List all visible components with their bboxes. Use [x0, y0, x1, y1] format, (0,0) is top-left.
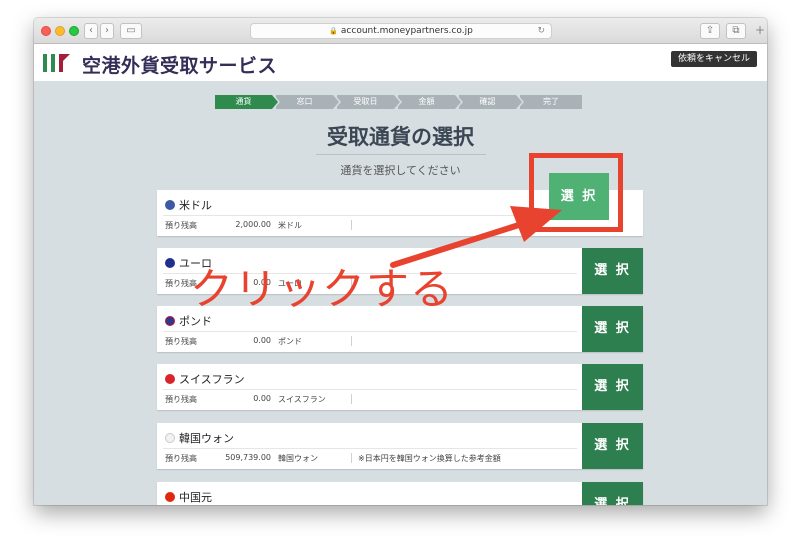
annotation-text: クリックする: [190, 265, 454, 315]
screenshot-stage: ‹ › ▭ 🔒 account.moneypartners.co.jp ↻ ⇪ ⧉…: [0, 0, 800, 554]
